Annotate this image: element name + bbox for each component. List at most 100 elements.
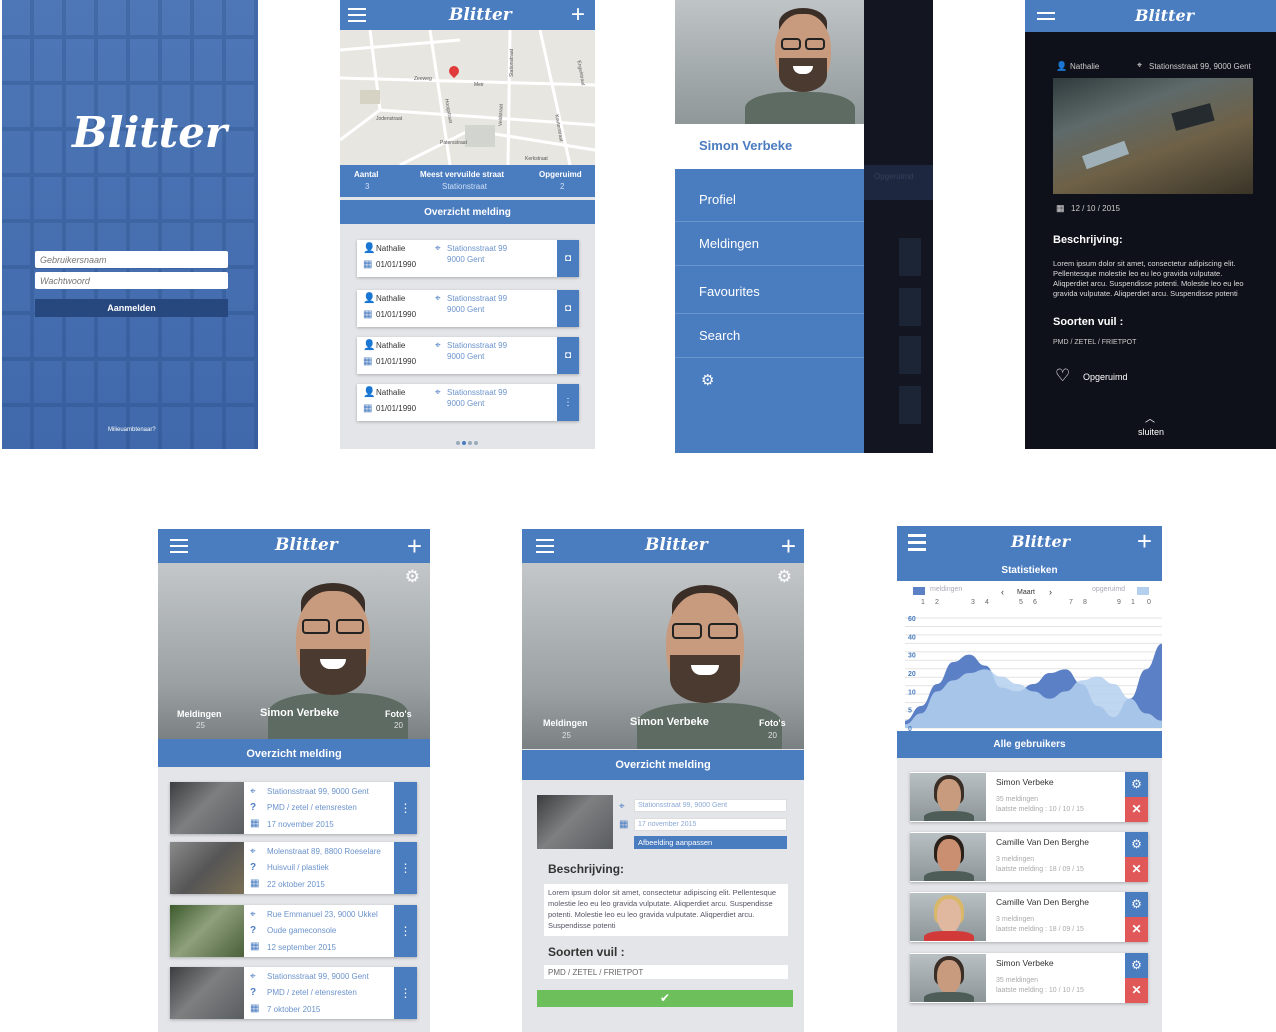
day-tick: 5 <box>1019 599 1023 606</box>
legend-reports: meldingen <box>930 586 963 593</box>
menu-icon[interactable] <box>536 539 554 553</box>
y-tick-label: 60 <box>908 616 916 623</box>
stat-street-value: Stationstraat <box>442 182 487 191</box>
map[interactable]: Zeeweg Meir Stationstraat Kouterstraat V… <box>340 30 595 165</box>
more-button[interactable]: ⋮ <box>394 905 417 957</box>
more-icon: ⋮ <box>399 801 412 815</box>
calendar-icon: ▦ <box>363 356 373 367</box>
user-name: Camille Van Den Berghe <box>996 897 1089 907</box>
day-tick: 1 <box>921 599 925 606</box>
report-card[interactable]: 👤 Nathalie ▦ 01/01/1990 ⌖ Stationsstraat… <box>357 337 579 374</box>
user-avatar <box>910 954 986 1002</box>
user-settings-button[interactable]: ⚙ <box>1125 953 1148 978</box>
heart-icon[interactable]: ♡ <box>1055 366 1070 386</box>
map-screen: Blitter + Zeeweg Meir Stationstraat Kout… <box>340 0 595 449</box>
username-input[interactable] <box>35 251 228 268</box>
calendar-icon: ▦ <box>250 878 260 889</box>
user-settings-button[interactable]: ⚙ <box>1125 832 1148 857</box>
login-button[interactable]: Aanmelden <box>35 299 228 317</box>
report-card[interactable]: ⌖ Stationsstraat 99, 9000 Gent ? PMD / z… <box>170 782 417 834</box>
report-card[interactable]: ⌖ Molenstraat 89, 8800 Roeselare ? Huisv… <box>170 842 417 894</box>
detail-user: Nathalie <box>1070 62 1100 71</box>
user-settings-button[interactable]: ⚙ <box>1125 772 1148 797</box>
legend-swatch-cleaned <box>1137 587 1149 595</box>
user-settings-button[interactable]: ⚙ <box>1125 892 1148 917</box>
password-input[interactable] <box>35 272 228 289</box>
chevron-up-icon[interactable]: ︿ <box>1145 410 1155 425</box>
description-field[interactable]: Lorem ipsum dolor sit amet, consectetur … <box>544 884 788 936</box>
more-button[interactable]: ⋮ <box>394 782 417 834</box>
photo-button[interactable]: ◘ <box>557 290 579 327</box>
chevron-right-icon[interactable]: › <box>1049 587 1052 597</box>
user-card[interactable]: Simon Verbeke 35 meldingen laatste meldi… <box>910 772 1148 822</box>
building-background <box>2 0 258 449</box>
gear-icon: ⚙ <box>1131 777 1142 791</box>
user-report-count: 35 meldingen <box>996 796 1039 803</box>
camera-icon: ◘ <box>564 253 572 264</box>
user-last-report: laatste melding : 18 / 09 / 15 <box>996 866 1084 873</box>
report-card[interactable]: 👤 Nathalie ▦ 01/01/1990 ⌖ Stationsstraat… <box>357 290 579 327</box>
report-address: Stationsstraat 99, 9000 Gent <box>267 787 369 796</box>
stat-photos-value: 20 <box>768 731 777 740</box>
user-name: Camille Van Den Berghe <box>996 837 1089 847</box>
user-delete-button[interactable]: ✕ <box>1125 917 1148 942</box>
types-field[interactable] <box>544 965 788 979</box>
detail-screen: Blitter 👤 Nathalie ⌖ Stationsstraat 99, … <box>1025 0 1276 449</box>
day-tick: 8 <box>1083 599 1087 606</box>
app-logo: Blitter <box>1011 532 1071 551</box>
menu-icon[interactable] <box>1037 12 1055 26</box>
close-link[interactable]: sluiten <box>1138 427 1164 437</box>
menu-item-favourites[interactable]: Favourites <box>675 270 864 314</box>
check-icon: ✔ <box>659 991 671 1005</box>
more-button[interactable]: ⋮ <box>394 967 417 1019</box>
user-delete-button[interactable]: ✕ <box>1125 978 1148 1003</box>
photo-button[interactable]: ◘ <box>557 337 579 374</box>
photo-button[interactable]: ◘ <box>557 240 579 277</box>
report-card[interactable]: 👤 Nathalie ▦ 01/01/1990 ⌖ Stationsstraat… <box>357 240 579 277</box>
user-avatar <box>910 833 986 881</box>
more-button[interactable]: ⋮ <box>557 384 579 421</box>
more-button[interactable]: ⋮ <box>394 842 417 894</box>
menu-icon[interactable] <box>348 8 366 22</box>
menu-item-reports[interactable]: Meldingen <box>675 222 864 266</box>
calendar-icon: ▦ <box>363 403 373 414</box>
user-card[interactable]: Simon Verbeke 35 meldingen laatste meldi… <box>910 953 1148 1003</box>
user-delete-button[interactable]: ✕ <box>1125 857 1148 882</box>
report-card[interactable]: 👤 Nathalie ▦ 01/01/1990 ⌖ Stationsstraat… <box>357 384 579 421</box>
menu-icon[interactable] <box>908 534 926 551</box>
chevron-left-icon[interactable]: ‹ <box>1001 587 1004 597</box>
menu-icon[interactable] <box>170 539 188 553</box>
calendar-icon: ▦ <box>363 259 373 270</box>
date-field[interactable] <box>634 818 787 831</box>
settings-icon[interactable]: ⚙ <box>701 373 717 389</box>
add-icon[interactable]: + <box>571 3 585 27</box>
add-icon[interactable]: + <box>1137 528 1152 554</box>
report-card[interactable]: ⌖ Rue Emmanuel 23, 9000 Ukkel ? Oude gam… <box>170 905 417 957</box>
detail-date: 12 / 10 / 2015 <box>1071 204 1120 213</box>
location-pin-icon: ⌖ <box>250 786 256 797</box>
profile-photo: ⚙ Meldingen 25 Simon Verbeke Foto's 20 <box>158 563 430 739</box>
login-screen: Blitter Aanmelden Milieuambtenaar? <box>2 0 258 449</box>
change-image-button[interactable]: Afbeelding aanpassen <box>634 836 787 849</box>
menu-item-search[interactable]: Search <box>675 314 864 358</box>
stat-reports-value: 25 <box>196 721 205 730</box>
address-field[interactable] <box>634 799 787 812</box>
report-card[interactable]: ⌖ Stationsstraat 99, 9000 Gent ? PMD / z… <box>170 967 417 1019</box>
settings-icon[interactable]: ⚙ <box>777 567 792 587</box>
report-types: Huisvuil / plastiek <box>267 863 329 872</box>
user-name-box: Simon Verbeke <box>675 124 864 169</box>
street-label-2: Meir <box>474 82 484 88</box>
report-thumbnail[interactable] <box>537 795 613 849</box>
user-avatar <box>910 893 986 941</box>
menu-item-profile[interactable]: Profiel <box>675 178 864 222</box>
officer-link[interactable]: Milieuambtenaar? <box>108 427 156 433</box>
settings-icon[interactable]: ⚙ <box>405 567 420 587</box>
user-delete-button[interactable]: ✕ <box>1125 797 1148 822</box>
types-title: Soorten vuil : <box>548 945 625 959</box>
add-icon[interactable]: + <box>407 533 422 559</box>
report-photo[interactable] <box>1053 78 1253 194</box>
confirm-button[interactable]: ✔ <box>537 990 793 1007</box>
user-card[interactable]: Camille Van Den Berghe 3 meldingen laats… <box>910 832 1148 882</box>
user-card[interactable]: Camille Van Den Berghe 3 meldingen laats… <box>910 892 1148 942</box>
add-icon[interactable]: + <box>781 533 796 559</box>
